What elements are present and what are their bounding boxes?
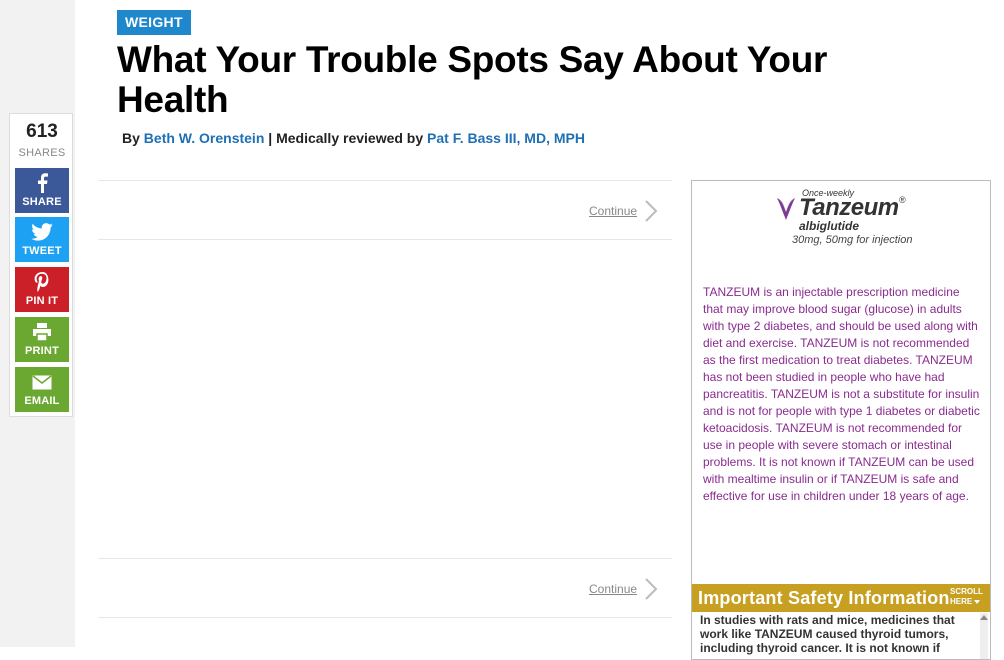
email-button[interactable]: EMAIL xyxy=(15,367,69,412)
pinterest-pin-label: PIN IT xyxy=(25,295,59,307)
reviewed-prefix: Medically reviewed by xyxy=(276,130,424,146)
page-title: What Your Trouble Spots Say About Your H… xyxy=(117,39,828,120)
ad-brand: Tanzeum xyxy=(799,194,899,221)
print-label: PRINT xyxy=(25,345,59,357)
email-icon xyxy=(15,371,69,393)
reviewer-link[interactable]: Pat F. Bass III, MD, MPH xyxy=(427,130,585,146)
twitter-tweet-label: TWEET xyxy=(22,245,62,257)
twitter-icon xyxy=(15,221,69,243)
continue-link-bottom[interactable]: Continue xyxy=(589,582,637,596)
continue-link-top[interactable]: Continue xyxy=(589,204,637,218)
divider xyxy=(98,239,672,240)
facebook-share-button[interactable]: SHARE xyxy=(15,168,69,213)
category-badge[interactable]: WEIGHT xyxy=(117,10,191,35)
ad-dose: 30mg, 50mg for injection xyxy=(792,234,913,246)
print-icon xyxy=(15,321,69,343)
divider xyxy=(98,558,672,559)
scroll-here-line2: HERE xyxy=(950,597,973,606)
ad-body-text: TANZEUM is an injectable prescription me… xyxy=(703,285,980,503)
email-label: EMAIL xyxy=(24,395,60,407)
scroll-here-label[interactable]: SCROLL HERE xyxy=(950,587,983,607)
divider xyxy=(98,617,672,618)
share-count-label: SHARES xyxy=(18,147,66,159)
twitter-tweet-button[interactable]: TWEET xyxy=(15,217,69,262)
safety-info-bar[interactable]: Important Safety Information SCROLL HERE xyxy=(692,584,990,612)
byline-separator: | xyxy=(268,130,273,146)
pinterest-pin-button[interactable]: PIN IT xyxy=(15,267,69,312)
caret-down-icon xyxy=(974,600,981,604)
ad-registered-mark: ® xyxy=(899,195,906,205)
ad-generic-name: albiglutide xyxy=(799,219,859,233)
share-rail: 613 SHARES SHARE TWEET PIN IT PRINT EMAI… xyxy=(9,113,73,417)
author-link[interactable]: Beth W. Orenstein xyxy=(144,130,265,146)
chevron-right-icon[interactable] xyxy=(644,200,658,222)
chevron-right-icon[interactable] xyxy=(644,578,658,600)
print-button[interactable]: PRINT xyxy=(15,317,69,362)
divider xyxy=(98,180,672,181)
scroll-here-line1: SCROLL xyxy=(950,587,983,596)
safety-info-title: Important Safety Information xyxy=(698,588,950,608)
safety-info-scrollbar[interactable] xyxy=(980,613,988,659)
share-count: 613 xyxy=(26,121,58,142)
advertisement[interactable]: Once-weekly Tanzeum ® albiglutide 30mg, … xyxy=(691,180,991,660)
facebook-icon xyxy=(15,172,69,194)
byline: By Beth W. Orenstein | Medically reviewe… xyxy=(122,130,585,146)
facebook-share-label: SHARE xyxy=(22,196,62,208)
safety-info-text: In studies with rats and mice, medicines… xyxy=(700,613,955,655)
byline-prefix: By xyxy=(122,130,140,146)
tanzeum-logo-icon xyxy=(777,198,795,220)
pinterest-icon xyxy=(15,271,69,293)
scroll-up-icon[interactable] xyxy=(980,615,988,620)
